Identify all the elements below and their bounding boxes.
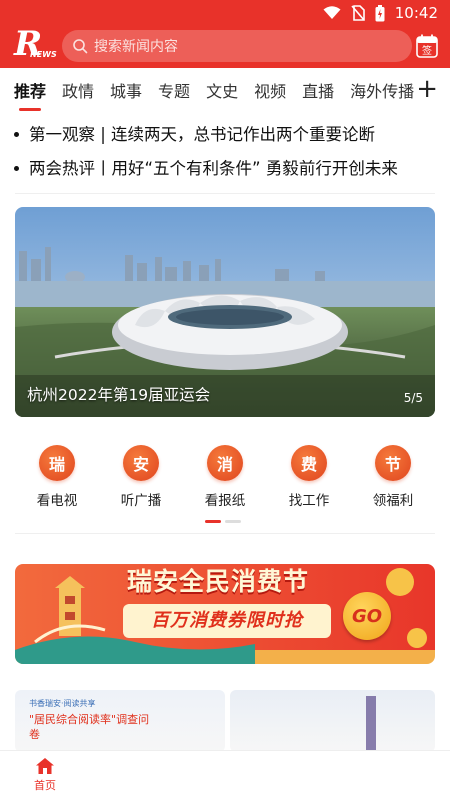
carousel-banner[interactable]: 杭州2022年第19届亚运会 5/5 xyxy=(15,207,435,417)
reading-card-secondary[interactable] xyxy=(230,690,435,752)
service-grid: 瑞 看电视 安 听广播 消 看报纸 费 找工作 节 领福利 xyxy=(15,445,435,515)
search-placeholder: 搜索新闻内容 xyxy=(94,39,178,55)
service-label: 看电视 xyxy=(36,493,78,509)
service-label: 领福利 xyxy=(372,493,414,509)
tab-recommend[interactable]: 推荐 xyxy=(14,78,46,102)
tab-video[interactable]: 视频 xyxy=(254,78,286,102)
channel-tabs: 推荐 政情 城事 专题 文史 视频 直播 海外传播 xyxy=(0,68,450,112)
jobs-icon: 费 xyxy=(291,445,327,481)
service-newspaper[interactable]: 消 看报纸 xyxy=(183,445,267,515)
service-label: 看报纸 xyxy=(204,493,246,509)
app-logo: R NEWS xyxy=(12,24,57,64)
bullet-dot xyxy=(14,165,19,171)
service-label: 听广播 xyxy=(120,493,162,509)
reading-card-title: "居民综合阅读率"调查问卷 xyxy=(29,713,150,741)
tab-topics[interactable]: 专题 xyxy=(158,78,190,102)
service-label: 找工作 xyxy=(288,493,330,509)
consumption-festival-banner[interactable]: 瑞安全民消费节 百万消费券限时抢 GO xyxy=(15,558,435,664)
nav-home[interactable]: 首页 xyxy=(28,757,62,793)
newspaper-icon: 消 xyxy=(207,445,243,481)
tab-overseas[interactable]: 海外传播 xyxy=(350,78,414,102)
benefits-icon: 节 xyxy=(375,445,411,481)
bullet-dot xyxy=(14,131,19,137)
tv-icon: 瑞 xyxy=(39,445,75,481)
service-benefits[interactable]: 节 领福利 xyxy=(351,445,435,515)
add-channel-button[interactable]: + xyxy=(416,76,438,102)
app-root: 10:42 R NEWS 搜索新闻内容 签 推荐 政情 城事 专题 文史 视频 … xyxy=(0,0,450,800)
no-sim-icon xyxy=(351,5,365,21)
status-icons: 10:42 xyxy=(323,4,438,22)
banner-counter: 5/5 xyxy=(403,391,423,405)
service-page-indicator xyxy=(205,520,241,523)
logo-sub: NEWS xyxy=(30,50,57,59)
headline-text: 两会热评丨用好“五个有利条件” 勇毅前行开创未来 xyxy=(29,159,398,178)
promo-go-button[interactable]: GO xyxy=(343,592,391,640)
nav-home-label: 首页 xyxy=(34,779,56,792)
tab-politics[interactable]: 政情 xyxy=(62,78,94,102)
search-icon xyxy=(73,39,88,54)
headline-item[interactable]: 两会热评丨用好“五个有利条件” 勇毅前行开创未来 xyxy=(14,152,436,186)
divider xyxy=(15,533,435,534)
tab-city[interactable]: 城事 xyxy=(110,78,142,102)
bottom-navigation: 首页 xyxy=(0,750,450,800)
promo-title: 瑞安全民消费节 xyxy=(127,567,310,596)
tower-image xyxy=(366,696,376,752)
headline-list: 第一观察 | 连续两天，总书记作出两个重要论断 两会热评丨用好“五个有利条件” … xyxy=(14,118,436,186)
promo-subtitle: 百万消费券限时抢 xyxy=(123,604,331,638)
page-dot xyxy=(225,520,241,523)
headline-text: 第一观察 | 连续两天，总书记作出两个重要论断 xyxy=(29,125,376,144)
wifi-icon xyxy=(323,6,341,19)
reading-survey-card[interactable]: 书香瑞安·阅读共享 "居民综合阅读率"调查问卷 xyxy=(15,690,225,752)
top-bar: 10:42 R NEWS 搜索新闻内容 签 xyxy=(0,0,450,68)
reading-card-tag: 书香瑞安·阅读共享 xyxy=(29,699,96,708)
radio-icon: 安 xyxy=(123,445,159,481)
service-jobs[interactable]: 费 找工作 xyxy=(267,445,351,515)
tab-culture[interactable]: 文史 xyxy=(206,78,238,102)
banner-caption: 杭州2022年第19届亚运会 xyxy=(27,386,211,404)
calendar-label: 签 xyxy=(422,44,432,57)
headline-item[interactable]: 第一观察 | 连续两天，总书记作出两个重要论断 xyxy=(14,118,436,152)
status-time: 10:42 xyxy=(394,4,438,22)
status-bar: 10:42 xyxy=(0,0,450,26)
home-icon xyxy=(36,758,54,774)
search-input[interactable]: 搜索新闻内容 xyxy=(62,30,412,62)
service-radio[interactable]: 安 听广播 xyxy=(99,445,183,515)
sign-in-calendar-icon[interactable]: 签 xyxy=(416,34,438,58)
page-dot-active xyxy=(205,520,221,523)
divider xyxy=(15,193,435,194)
tab-live[interactable]: 直播 xyxy=(302,78,334,102)
service-watch-tv[interactable]: 瑞 看电视 xyxy=(15,445,99,515)
battery-icon xyxy=(375,4,385,21)
